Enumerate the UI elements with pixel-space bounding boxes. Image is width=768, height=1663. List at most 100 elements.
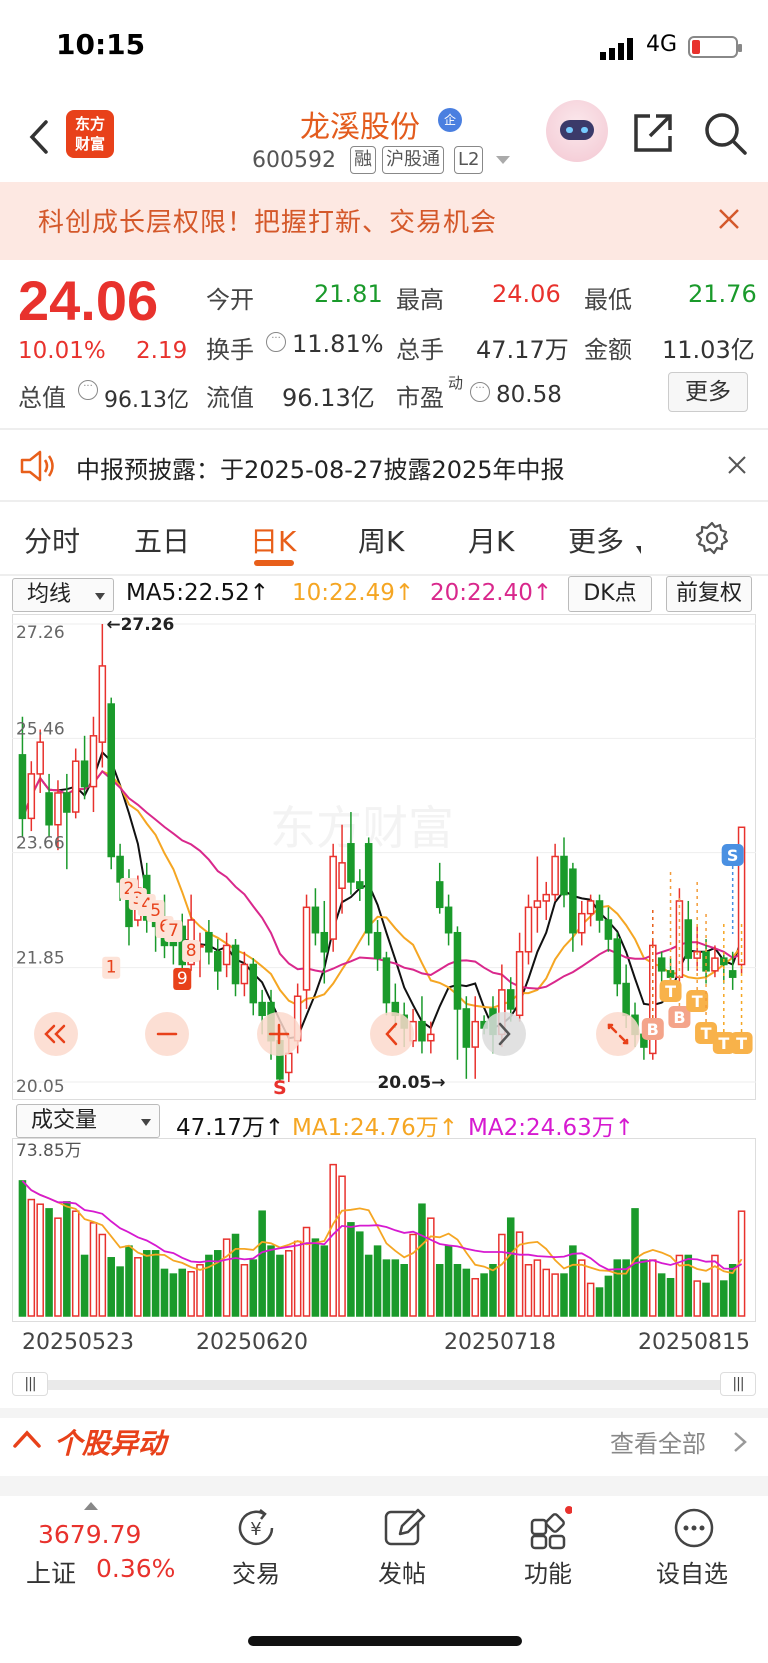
close-icon[interactable] [714, 204, 744, 234]
index-name[interactable]: 上证 [26, 1554, 76, 1590]
scroll-handle-right[interactable]: ||| [720, 1372, 756, 1396]
candle-body [586, 900, 595, 915]
chart-scrollbar[interactable]: ||| ||| [12, 1372, 756, 1396]
candle-body [205, 931, 213, 953]
chevron-right-icon[interactable] [732, 1430, 748, 1454]
chevron-up-icon[interactable] [12, 1426, 42, 1452]
app-logo[interactable]: 东方 财富 [66, 110, 114, 158]
chevron-right-icon[interactable] [482, 1012, 526, 1056]
tab-daily-k[interactable]: 日K [250, 520, 296, 560]
post-icon[interactable] [382, 1506, 426, 1550]
volume-bar [364, 1254, 373, 1317]
stock-header: 东方 财富 龙溪股份 企 600592 融 沪股通 L2 [0, 92, 768, 182]
nav-trade[interactable]: 交易 [232, 1554, 280, 1589]
candle-body [18, 754, 27, 820]
volume-bar [506, 1217, 515, 1317]
amount-label: 金额 [584, 336, 632, 364]
tag-margin: 融 [350, 146, 376, 174]
tab-monthly-k[interactable]: 月K [468, 520, 514, 560]
tab-weekly-k[interactable]: 周K [358, 520, 404, 560]
candle-body [356, 881, 364, 890]
candle-body [657, 957, 666, 972]
candle-body [560, 855, 568, 896]
scroll-handle-left[interactable]: ||| [12, 1372, 48, 1396]
volume-bar [720, 1280, 728, 1317]
candle-body [347, 843, 355, 883]
tab-more[interactable]: 更多 [568, 520, 624, 560]
fullscreen-icon[interactable] [596, 1012, 640, 1056]
index-value[interactable]: 3679.79 [38, 1520, 141, 1549]
logo-line1: 东方 [74, 115, 105, 133]
buy-sell-marker: T [692, 992, 703, 1011]
adjust-button[interactable]: 前复权 [666, 576, 752, 612]
candle-body [373, 931, 382, 959]
zoom-out-icon[interactable] [145, 1012, 189, 1056]
chevron-left-icon[interactable] [370, 1012, 414, 1056]
candle-body [622, 982, 630, 1017]
promo-banner[interactable]: 科创成长层权限！把握打新、交易机会 [0, 182, 768, 260]
logo-line2: 财富 [74, 135, 105, 153]
volume-chart[interactable]: 73.85万 [12, 1138, 756, 1322]
high-label: 最高 [396, 286, 444, 314]
volume-bar [258, 1210, 266, 1317]
code-dropdown-icon[interactable] [496, 156, 510, 164]
function-icon[interactable] [528, 1506, 572, 1550]
volume-bar [285, 1250, 293, 1317]
turnover-value: 11.81% [292, 330, 384, 358]
nav-add-watchlist[interactable]: 设自选 [656, 1554, 728, 1589]
indicator-select[interactable]: 均线 [12, 578, 114, 612]
volume-bar [27, 1198, 36, 1317]
buy-sell-marker: B [673, 1008, 685, 1027]
open-label: 今开 [206, 286, 254, 314]
kline-chart[interactable]: 东方财富 27.26 25.46 23.66 21.85 20.05 ←27.26 20.0… [12, 614, 756, 1100]
trade-icon[interactable]: ¥ [234, 1506, 278, 1550]
close-icon[interactable] [726, 454, 748, 476]
section-divider [0, 1408, 768, 1418]
volume-bar [98, 1233, 107, 1317]
more-quote-button[interactable]: 更多 [668, 372, 748, 412]
index-percent[interactable]: 0.36% [96, 1554, 175, 1583]
tab-five-day[interactable]: 五日 [134, 520, 190, 560]
candle-body [240, 963, 249, 985]
volume-bar [338, 1175, 346, 1317]
volume-bar [169, 1273, 178, 1317]
volume-bar [134, 1257, 142, 1317]
candle-body [63, 792, 71, 813]
dropdown-caret-icon [95, 593, 105, 600]
volume-ma1: MA1:24.76万↑ [292, 1115, 459, 1141]
signal-icon [600, 38, 633, 60]
volume-bar [569, 1245, 577, 1317]
volume-bar [329, 1163, 337, 1317]
view-all-link[interactable]: 查看全部 [610, 1424, 706, 1459]
info-icon[interactable]: ··· [266, 332, 286, 352]
candle-body [302, 906, 311, 991]
zoom-in-icon[interactable] [257, 1012, 301, 1056]
settings-icon[interactable] [694, 520, 730, 556]
info-icon[interactable]: ··· [470, 382, 490, 402]
info-icon[interactable]: ··· [78, 380, 98, 400]
tab-intraday[interactable]: 分时 [24, 520, 80, 560]
tag-connect: 沪股通 [382, 146, 444, 174]
notice-text[interactable]: 中报预披露：于2025-08-27披露2025年中报 [76, 450, 565, 485]
share-icon[interactable] [630, 110, 676, 156]
candle-body [231, 944, 240, 985]
volume-bar [533, 1259, 542, 1317]
double-left-icon[interactable] [34, 1012, 78, 1056]
volume-indicator-select[interactable]: 成交量 [16, 1104, 160, 1138]
robot-assistant-avatar[interactable] [546, 100, 608, 162]
candle-body [613, 938, 622, 985]
nav-post[interactable]: 发帖 [378, 1554, 426, 1589]
volume-bar [409, 1233, 417, 1317]
back-button[interactable] [22, 112, 62, 162]
logo-watermark: 东方财富 [270, 801, 454, 855]
network-type: 4G [646, 32, 678, 57]
nav-function[interactable]: 功能 [524, 1554, 572, 1589]
candle-body [515, 951, 524, 1017]
more-dots-icon[interactable] [672, 1506, 716, 1550]
search-icon[interactable] [702, 110, 748, 156]
candle-body [453, 931, 462, 1010]
candle-body [542, 893, 551, 902]
candle-body [577, 912, 586, 934]
volume-bar [151, 1250, 160, 1317]
dk-point-button[interactable]: DK点 [568, 576, 652, 612]
